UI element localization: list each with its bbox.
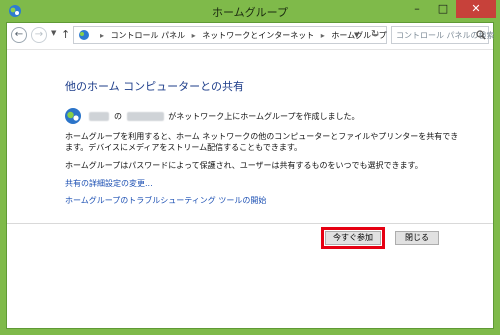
refresh-icon[interactable]: ↻: [371, 29, 379, 40]
breadcrumb-network-internet[interactable]: ネットワークとインターネット: [202, 31, 314, 40]
maximize-button[interactable]: □: [430, 0, 456, 18]
divider: [7, 223, 493, 224]
breadcrumb-control-panel[interactable]: コントロール パネル: [111, 31, 186, 40]
homegroup-description: ホームグループを利用すると、ホーム ネットワークの他のコンピューターとファイルや…: [65, 132, 459, 152]
address-dropdown-chevron-icon[interactable]: ▼: [354, 31, 359, 39]
homegroup-icon: [65, 108, 81, 124]
page-title: 他のホーム コンピューターとの共有: [65, 80, 245, 93]
advanced-sharing-settings-link[interactable]: 共有の詳細設定の変更...: [65, 178, 153, 189]
creator-message-text: がネットワーク上にホームグループを作成しました。: [168, 112, 360, 121]
up-arrow-icon[interactable]: ↑: [61, 28, 70, 41]
homegroup-icon: [79, 30, 89, 40]
address-bar[interactable]: ▸ コントロール パネル ▸ ネットワークとインターネット ▸ ホームグループ …: [73, 26, 387, 44]
search-input[interactable]: コントロール パネルの検索: [391, 26, 495, 44]
breadcrumb-separator-icon: ▸: [100, 31, 105, 40]
breadcrumb-separator-icon[interactable]: ▸: [321, 31, 325, 40]
search-icon[interactable]: [476, 30, 486, 40]
homegroup-creator-message: Taro の xxxxxxx がネットワーク上にホームグループを作成しました。: [87, 111, 360, 122]
forward-arrow-icon[interactable]: →: [31, 27, 47, 43]
title-bar[interactable]: ホームグループ – □ ✕: [0, 0, 500, 22]
close-window-button[interactable]: ✕: [456, 0, 496, 18]
homegroup-troubleshooter-link[interactable]: ホームグループのトラブルシューティング ツールの開始: [65, 195, 266, 206]
breadcrumb-separator-icon[interactable]: ▸: [192, 31, 196, 40]
blurred-computer-name: xxxxxxx: [126, 112, 164, 121]
blurred-username: Taro: [89, 112, 110, 121]
back-arrow-icon[interactable]: ←: [11, 27, 27, 43]
creator-particle: の: [114, 112, 123, 121]
window: ホームグループ – □ ✕ ← → ▼ ↑ ▸ コントロール パネル ▸ ネット…: [0, 0, 500, 335]
close-button[interactable]: 閉じる: [395, 231, 439, 245]
breadcrumb: ▸ コントロール パネル ▸ ネットワークとインターネット ▸ ホームグループ: [96, 30, 387, 41]
minimize-button[interactable]: –: [404, 0, 430, 18]
homegroup-security-note: ホームグループはパスワードによって保護され、ユーザーは共有するものをいつでも選択…: [65, 161, 423, 170]
window-frame: ← → ▼ ↑ ▸ コントロール パネル ▸ ネットワークとインターネット ▸ …: [6, 22, 495, 329]
navigation-bar: ← → ▼ ↑ ▸ コントロール パネル ▸ ネットワークとインターネット ▸ …: [7, 23, 495, 50]
recent-pages-chevron-icon[interactable]: ▼: [51, 29, 56, 37]
join-now-button[interactable]: 今すぐ参加: [325, 231, 381, 245]
